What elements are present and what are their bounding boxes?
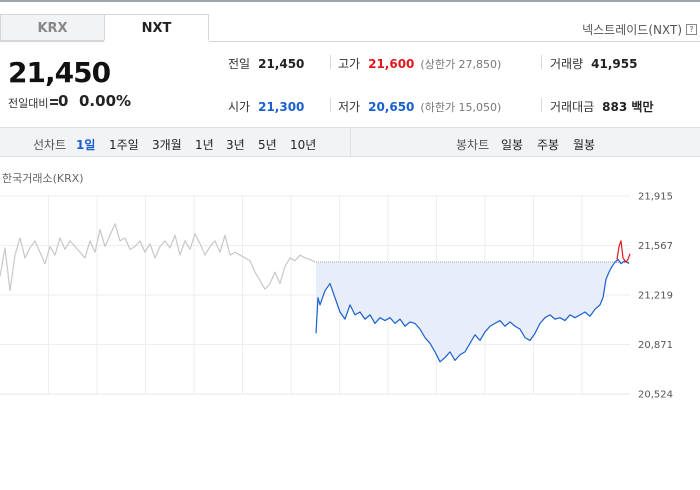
chart-period-bar: 선차트 1일 1주일 3개월 1년 3년 5년 10년 봉차트 일봉 주봉 월봉 [0, 127, 700, 157]
stat-label: 거래량 [550, 57, 584, 71]
stat-amount: 거래대금 883 백만 [550, 98, 653, 115]
stat-label: 저가 [338, 100, 361, 114]
help-icon[interactable]: ? [686, 24, 697, 35]
candle-chart-label: 봉차트 [456, 138, 490, 152]
period-3y[interactable]: 3년 [226, 136, 245, 153]
period-1w[interactable]: 1주일 [109, 136, 139, 153]
candle-weekly[interactable]: 주봉 [537, 136, 559, 153]
line-chart-label: 선차트 [33, 138, 67, 152]
pre-market-series-line [0, 223, 316, 292]
stat-value: 21,600 [368, 57, 415, 71]
top-border [0, 0, 700, 2]
period-1y[interactable]: 1년 [195, 136, 214, 153]
stat-low: 저가 20,650 (하한가 15,050) [338, 98, 501, 115]
y-tick-label: 21,219 [638, 291, 673, 302]
intraday-price-chart[interactable]: 21,915 21,567 21,219 20,871 20,524 [0, 180, 700, 400]
change-value: 0 [58, 92, 69, 110]
current-price: 21,450 [8, 56, 111, 89]
stat-divider [541, 55, 542, 69]
period-5y[interactable]: 5년 [258, 136, 277, 153]
exchange-link[interactable]: 넥스트레이드(NXT) [582, 21, 682, 38]
tab-krx[interactable]: KRX [0, 14, 105, 41]
stat-label: 고가 [338, 57, 361, 71]
stat-sub: (상한가 27,850) [420, 58, 502, 71]
up-series-line [616, 240, 631, 263]
stat-value: 883 백만 [602, 100, 654, 114]
stat-value: 21,450 [258, 57, 305, 71]
stat-open: 시가 21,300 [228, 98, 304, 115]
period-10y[interactable]: 10년 [290, 136, 316, 153]
bar-divider [350, 128, 351, 156]
y-tick-label: 20,871 [638, 340, 673, 351]
candle-daily[interactable]: 일봉 [501, 136, 523, 153]
period-1d[interactable]: 1일 [76, 136, 95, 153]
stat-label: 시가 [228, 100, 251, 114]
stat-divider [330, 55, 331, 69]
flat-change-icon [50, 99, 58, 101]
tab-divider [209, 41, 700, 42]
tab-divider [0, 41, 104, 42]
stat-value: 41,955 [591, 57, 638, 71]
stat-value: 21,300 [258, 100, 305, 114]
stat-value: 20,650 [368, 100, 415, 114]
stat-sub: (하한가 15,050) [420, 101, 502, 114]
stat-prev-close: 전일 21,450 [228, 55, 304, 72]
stat-volume: 거래량 41,955 [550, 55, 637, 72]
candle-monthly[interactable]: 월봉 [573, 136, 595, 153]
stat-label: 전일 [228, 57, 251, 71]
y-tick-label: 21,567 [638, 241, 673, 252]
change-label: 전일대비 [8, 97, 49, 110]
y-tick-label: 20,524 [638, 390, 673, 401]
stat-divider [541, 98, 542, 112]
y-tick-label: 21,915 [638, 192, 673, 203]
change-percent: 0.00% [79, 92, 132, 110]
stat-divider [330, 98, 331, 112]
period-3m[interactable]: 3개월 [152, 136, 182, 153]
stat-label: 거래대금 [550, 100, 595, 114]
tab-nxt[interactable]: NXT [104, 14, 209, 41]
stat-high: 고가 21,600 (상한가 27,850) [338, 55, 501, 72]
